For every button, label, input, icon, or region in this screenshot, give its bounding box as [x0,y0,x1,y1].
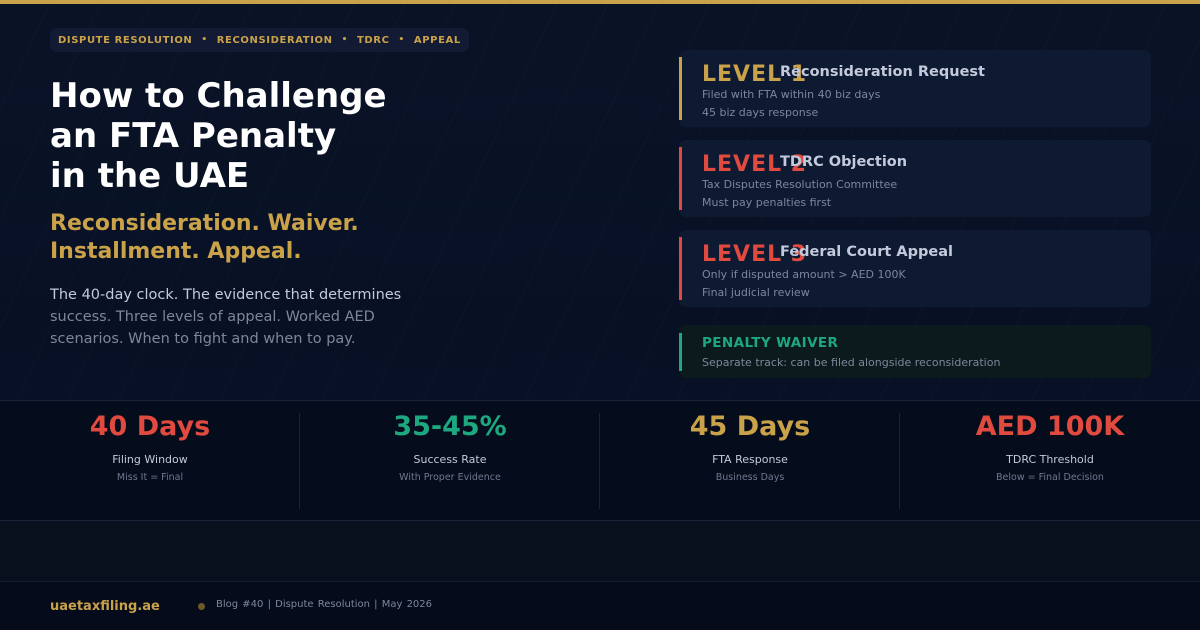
level-detail: Only if disputed amount > AED 100K [702,268,906,281]
page-subtitle: Reconsideration. Waiver. Installment. Ap… [50,210,570,266]
stat-label: TDRC Threshold [1006,453,1094,466]
subtitle-line: Installment. Appeal. [50,239,302,264]
site-link[interactable]: uaetaxfiling.ae [50,599,160,614]
stat-filing-window: 40 Days Filing Window Miss It = Final [0,401,300,521]
waiver-title: PENALTY WAIVER [702,335,839,351]
tag-separator: • [201,35,208,45]
level-detail: Filed with FTA within 40 biz days [702,88,881,101]
accent-top-bar [0,0,1200,4]
tag-tdrc: TDRC [356,34,390,46]
level-accent-bar [679,147,682,210]
level-note: Final judicial review [702,286,810,299]
subtitle-line: Reconsideration. Waiver. [50,211,359,236]
key-stats: 40 Days Filing Window Miss It = Final 35… [0,400,1200,521]
stat-value: AED 100K [975,411,1125,442]
penalty-waiver-card: PENALTY WAIVER Separate track: can be fi… [679,325,1151,378]
page-description: The 40-day clock. The evidence that dete… [50,284,450,350]
title-line: How to Challenge [50,76,387,116]
level-accent-bar [679,237,682,300]
level-card-2: LEVEL 2 TDRC Objection Tax Disputes Reso… [679,140,1151,217]
waiver-detail: Separate track: can be filed alongside r… [702,356,1001,369]
waiver-accent-bar [679,333,682,371]
title-line: in the UAE [50,156,250,196]
tag-reconsideration: RECONSIDERATION [216,34,333,46]
tag-separator: • [398,35,405,45]
stat-sublabel: Miss It = Final [116,472,184,483]
tag-appeal: APPEAL [413,34,461,46]
stat-sublabel: With Proper Evidence [399,472,501,483]
stat-tdrc-threshold: AED 100K TDRC Threshold Below = Final De… [900,401,1200,521]
stat-value: 35-45% [393,411,507,442]
stat-fta-response: 45 Days FTA Response Business Days [600,401,900,521]
stat-sublabel: Below = Final Decision [996,472,1104,483]
level-note: 45 biz days response [702,106,819,119]
level-card-1: LEVEL 1 Reconsideration Request Filed wi… [679,50,1151,127]
level-card-3: LEVEL 3 Federal Court Appeal Only if dis… [679,230,1151,307]
description-lead: The 40-day clock. The evidence that dete… [50,287,402,303]
tag-separator: • [341,35,348,45]
description-rest: success. Three levels of appeal. Worked … [50,309,375,347]
level-detail: Tax Disputes Resolution Committee [702,178,898,191]
stat-label: FTA Response [712,453,788,466]
stat-value: 40 Days [89,411,211,442]
level-name: Reconsideration Request [780,64,985,80]
level-note: Must pay penalties first [702,196,832,209]
stat-label: Filing Window [112,453,188,466]
level-accent-bar [679,57,682,120]
spacer-band [0,521,1200,581]
stat-value: 45 Days [689,411,811,442]
level-name: Federal Court Appeal [780,244,953,260]
bullet-icon [198,603,205,610]
post-meta: Blog #40 | Dispute Resolution | May 2026 [216,599,433,610]
tag-dispute-resolution: DISPUTE RESOLUTION [58,34,193,46]
stat-label: Success Rate [413,453,487,466]
title-line: an FTA Penalty [50,116,337,156]
topic-tags: DISPUTE RESOLUTION • RECONSIDERATION • T… [50,28,469,52]
footer: uaetaxfiling.ae Blog #40 | Dispute Resol… [0,581,1200,630]
stat-sublabel: Business Days [715,472,785,483]
level-name: TDRC Objection [780,154,908,170]
page-title: How to Challenge an FTA Penalty in the U… [50,76,570,196]
stat-success-rate: 35-45% Success Rate With Proper Evidence [300,401,600,521]
